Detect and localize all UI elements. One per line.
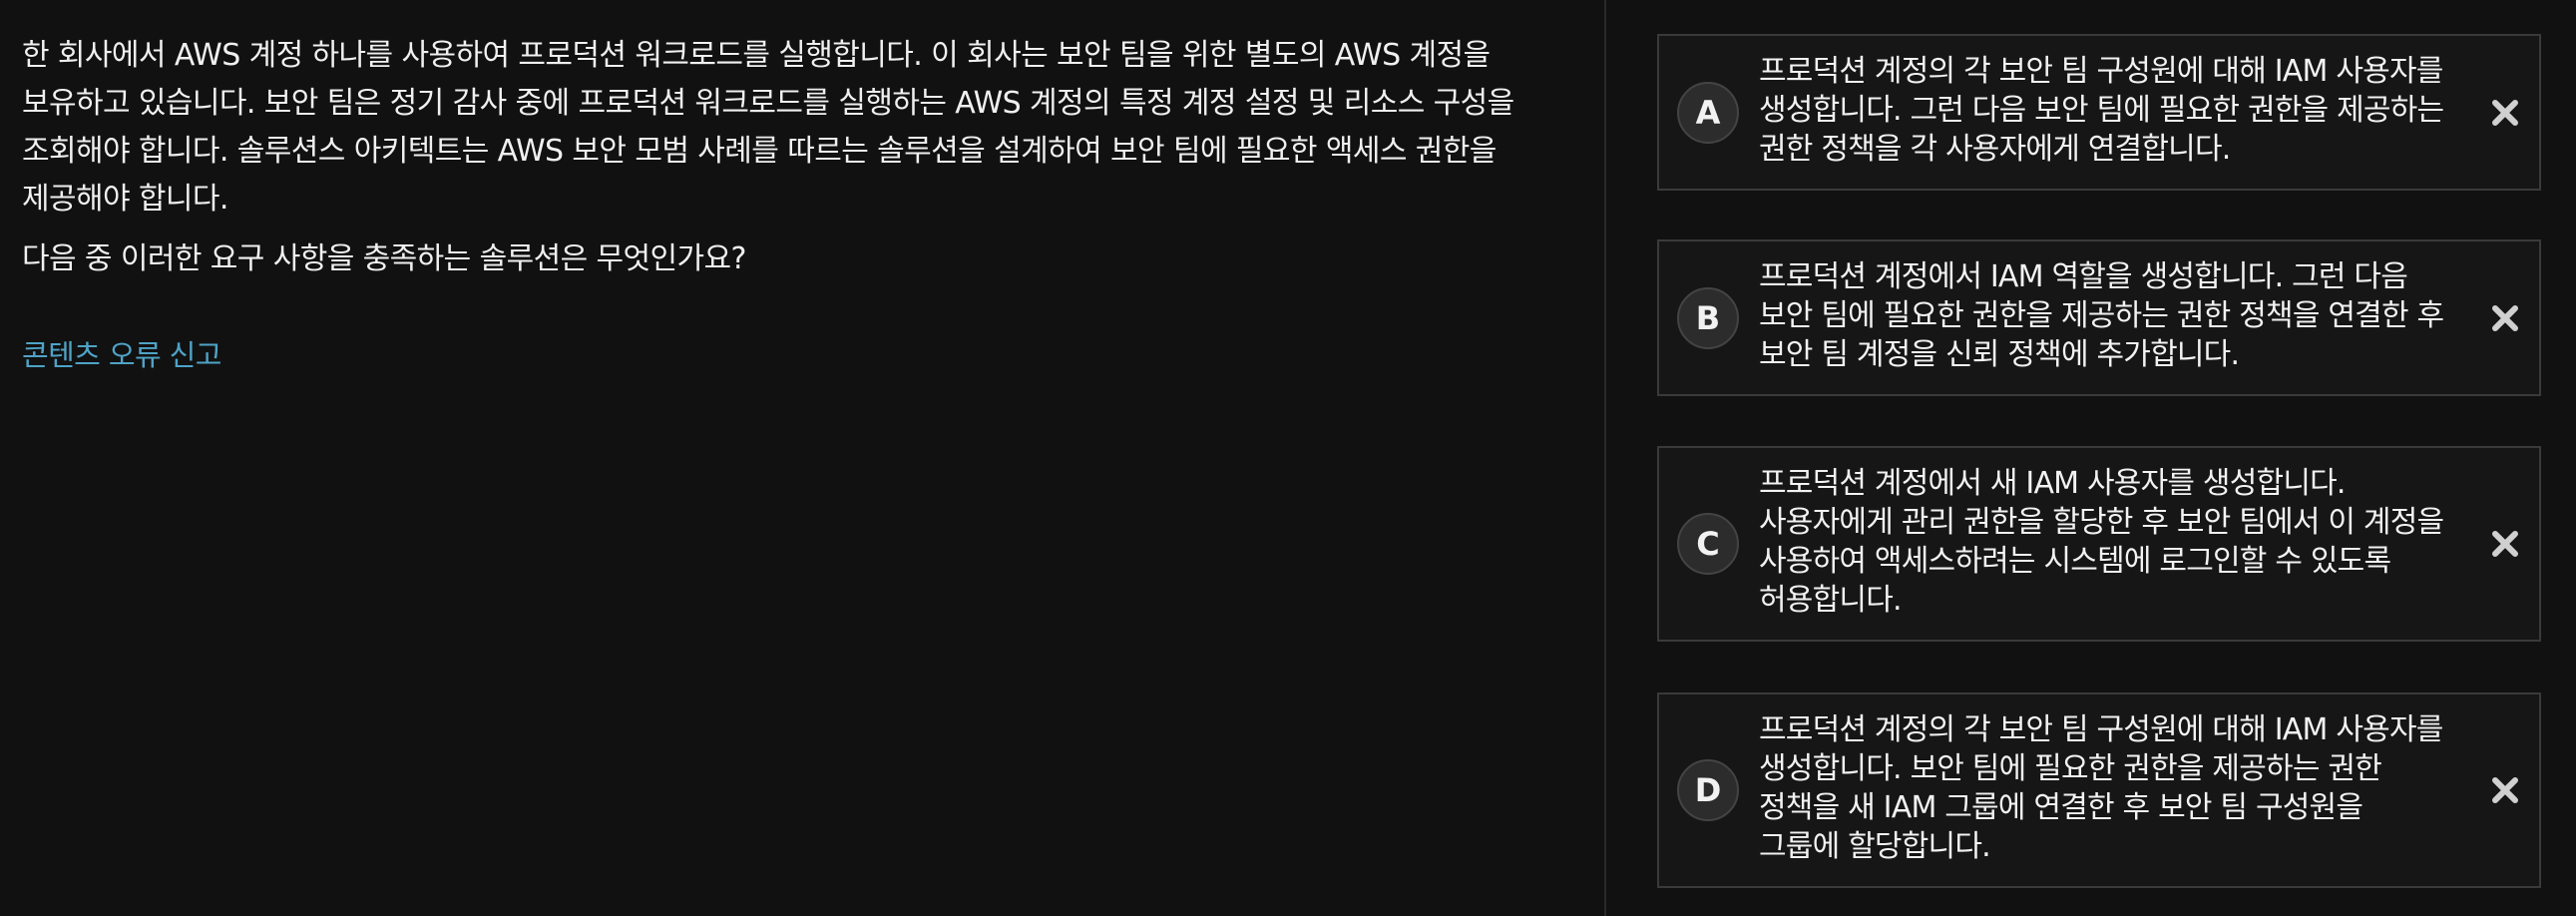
x-icon[interactable]: [2489, 528, 2521, 560]
question-pane: 한 회사에서 AWS 계정 하나를 사용하여 프로덕션 워크로드를 실행합니다.…: [0, 0, 1604, 916]
option-b[interactable]: B 프로덕션 계정에서 IAM 역할을 생성합니다. 그런 다음 보안 팀에 필…: [1657, 239, 2541, 396]
option-c[interactable]: C 프로덕션 계정에서 새 IAM 사용자를 생성합니다. 사용자에게 관리 권…: [1657, 446, 2541, 642]
x-icon[interactable]: [2489, 302, 2521, 334]
option-text: 프로덕션 계정에서 새 IAM 사용자를 생성합니다. 사용자에게 관리 권한을…: [1759, 466, 2444, 618]
report-content-error-link[interactable]: 콘텐츠 오류 신고: [22, 333, 221, 377]
option-text: 프로덕션 계정의 각 보안 팀 구성원에 대해 IAM 사용자를 생성합니다. …: [1759, 54, 2444, 167]
option-letter-badge: D: [1677, 759, 1739, 821]
answer-options: A 프로덕션 계정의 각 보안 팀 구성원에 대해 IAM 사용자를 생성합니다…: [1657, 0, 2541, 916]
option-text: 프로덕션 계정의 각 보안 팀 구성원에 대해 IAM 사용자를 생성합니다. …: [1759, 712, 2443, 864]
x-icon[interactable]: [2489, 97, 2521, 129]
quiz-page: 한 회사에서 AWS 계정 하나를 사용하여 프로덕션 워크로드를 실행합니다.…: [0, 0, 2576, 916]
question-text: 한 회사에서 AWS 계정 하나를 사용하여 프로덕션 워크로드를 실행합니다.…: [22, 38, 1514, 217]
option-letter-badge: C: [1677, 513, 1739, 575]
option-text: 프로덕션 계정에서 IAM 역할을 생성합니다. 그런 다음 보안 팀에 필요한…: [1759, 259, 2444, 372]
option-d[interactable]: D 프로덕션 계정의 각 보안 팀 구성원에 대해 IAM 사용자를 생성합니다…: [1657, 692, 2541, 888]
pane-divider: [1604, 0, 1606, 916]
x-icon[interactable]: [2489, 774, 2521, 806]
question-prompt: 다음 중 이러한 요구 사항을 충족하는 솔루션은 무엇인가요?: [22, 241, 746, 276]
option-letter-badge: B: [1677, 286, 1739, 349]
option-letter-badge: A: [1677, 81, 1739, 144]
option-a[interactable]: A 프로덕션 계정의 각 보안 팀 구성원에 대해 IAM 사용자를 생성합니다…: [1657, 34, 2541, 191]
